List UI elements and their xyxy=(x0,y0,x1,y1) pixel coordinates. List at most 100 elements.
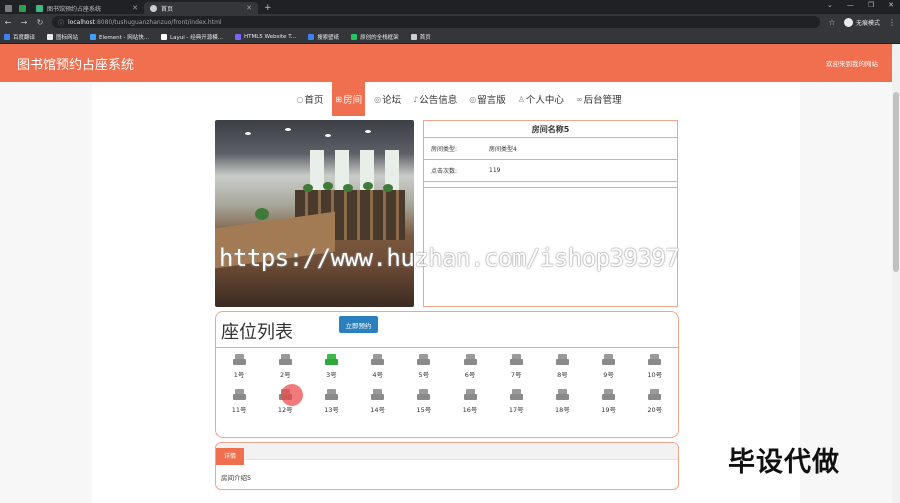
close-window-icon[interactable]: ✕ xyxy=(888,1,894,9)
scrollbar-thumb[interactable] xyxy=(893,92,899,272)
seat-item[interactable]: 7号 xyxy=(493,354,539,379)
bookmark-label: 图标网站 xyxy=(56,34,79,41)
seat-item[interactable]: 15号 xyxy=(401,389,447,414)
bookmark-item[interactable]: 百度翻译 xyxy=(4,33,35,41)
nav-item-label: 个人中心 xyxy=(525,95,564,106)
bookmark-icon xyxy=(308,33,315,40)
seat-item[interactable]: 8号 xyxy=(539,354,585,379)
seat-icon xyxy=(602,354,616,366)
reserve-now-button[interactable]: 立即预约 xyxy=(339,316,378,333)
page-scrollbar[interactable] xyxy=(892,44,900,503)
seat-number: 18号 xyxy=(555,406,570,414)
message-icon: ◎ xyxy=(469,94,477,104)
browser-tab[interactable] xyxy=(16,2,30,14)
seat-item[interactable]: 9号 xyxy=(586,354,632,379)
new-tab-button[interactable]: + xyxy=(258,2,278,14)
nav-item-home[interactable]: ○ 首页 xyxy=(293,82,326,116)
info-icon: ⓘ xyxy=(58,19,65,27)
promo-text: 毕设代做 xyxy=(728,447,840,478)
profile-button[interactable]: 无痕模式 xyxy=(843,17,880,27)
seat-icon xyxy=(371,354,385,366)
home-icon: ○ xyxy=(296,94,304,104)
seat-item[interactable]: 2号 xyxy=(262,354,308,379)
seat-number: 3号 xyxy=(326,371,337,379)
click-count-row: 点击次数: 119 xyxy=(424,160,677,182)
reload-icon[interactable]: ↻ xyxy=(36,18,44,27)
bookmark-item[interactable]: Element - 网站快... xyxy=(90,33,149,41)
seat-item[interactable]: 10号 xyxy=(632,354,678,379)
browser-tab-home[interactable]: 首页 ✕ xyxy=(144,2,258,14)
seat-item[interactable]: 1号 xyxy=(216,354,262,379)
nav-item-label: 后台管理 xyxy=(583,95,622,106)
site-title[interactable]: 图书馆预约占座系统 xyxy=(17,54,134,73)
seat-item[interactable]: 14号 xyxy=(355,389,401,414)
minimize-icon[interactable]: — xyxy=(847,1,854,9)
menu-icon[interactable]: ⋮ xyxy=(888,18,896,27)
nav-item-room[interactable]: ⊞ 房间 xyxy=(332,82,366,116)
room-icon: ⊞ xyxy=(335,94,343,104)
seat-item[interactable]: 16号 xyxy=(447,389,493,414)
bookmark-label: 搜索壁纸 xyxy=(317,34,340,41)
seat-number: 7号 xyxy=(510,371,522,379)
seat-number: 14号 xyxy=(370,406,386,414)
nav-item-message[interactable]: ◎ 留言版 xyxy=(466,82,509,116)
seat-base xyxy=(602,359,616,365)
chevron-down-icon[interactable]: ⌄ xyxy=(827,1,833,9)
seat-base xyxy=(371,359,385,365)
bookmark-label: 首页 xyxy=(419,34,431,41)
url-input[interactable]: ⓘ localhost:8080/tushuguanzhanzuo/front/… xyxy=(52,16,820,28)
seat-item[interactable]: 5号 xyxy=(401,354,447,379)
vue-favicon-icon xyxy=(36,4,43,12)
bookmark-icon xyxy=(410,33,417,40)
bookmark-label: 原创的全栈框架 xyxy=(360,34,399,41)
nav-item-label: 房间 xyxy=(343,95,363,106)
bookmark-item[interactable]: 搜索壁纸 xyxy=(308,33,339,41)
seat-item[interactable]: 18号 xyxy=(539,389,585,414)
plant xyxy=(323,182,333,190)
seat-item[interactable]: 19号 xyxy=(586,389,632,414)
back-icon[interactable]: ← xyxy=(4,18,12,27)
bookmark-item[interactable]: HTML5 Website T... xyxy=(234,33,296,40)
tab-favicon-icon xyxy=(5,4,12,12)
notice-icon: ♪ xyxy=(413,94,419,104)
bookmark-item[interactable]: 图标网站 xyxy=(47,33,78,41)
plant xyxy=(383,184,393,192)
seat-icon xyxy=(463,354,477,366)
close-icon[interactable]: ✕ xyxy=(132,4,138,12)
nav-item-user[interactable]: ♙ 个人中心 xyxy=(515,82,567,116)
tab-detail[interactable]: 详情 xyxy=(216,448,245,465)
seat-icon xyxy=(509,354,523,366)
seat-item[interactable]: 11号 xyxy=(216,389,262,414)
room-description: 房间介绍5 xyxy=(221,474,252,482)
bookmark-item[interactable]: Layui - 经典开源模... xyxy=(161,33,223,41)
star-icon[interactable]: ☆ xyxy=(828,18,836,27)
browser-tab-system[interactable]: 图书馆预约占座系统 ✕ xyxy=(30,2,144,14)
maximize-icon[interactable]: ❐ xyxy=(868,1,874,9)
bookmark-icon xyxy=(90,33,97,40)
window-pane xyxy=(310,150,324,190)
seat-item[interactable]: 3号 xyxy=(308,354,354,379)
seat-item[interactable]: 13号 xyxy=(308,389,354,414)
address-bar-row: ← → ↻ ⓘ localhost:8080/tushuguanzhanzuo/… xyxy=(0,14,900,30)
bookmark-item[interactable]: 首页 xyxy=(410,33,431,41)
seat-item[interactable]: 4号 xyxy=(355,354,401,379)
nav-item-forum[interactable]: ◎ 论坛 xyxy=(371,82,404,116)
close-icon[interactable]: ✕ xyxy=(246,4,252,12)
seat-number: 9号 xyxy=(603,371,614,379)
seat-icon xyxy=(463,389,477,401)
ceiling-light xyxy=(245,132,251,135)
seat-base xyxy=(555,359,569,365)
seat-item[interactable]: 17号 xyxy=(493,389,539,414)
ceiling-light xyxy=(325,134,331,137)
bookmark-item[interactable]: 原创的全栈框架 xyxy=(351,33,399,41)
seat-number: 11号 xyxy=(231,406,247,414)
browser-tab[interactable] xyxy=(2,2,16,14)
nav-item-link[interactable]: ∞ 后台管理 xyxy=(573,82,625,116)
seat-icon xyxy=(324,354,338,366)
bookmark-label: Element - 网站快... xyxy=(99,34,150,41)
nav-item-notice[interactable]: ♪ 公告信息 xyxy=(410,82,460,116)
forward-icon[interactable]: → xyxy=(20,18,28,27)
seat-item[interactable]: 20号 xyxy=(632,389,678,414)
seat-number: 4号 xyxy=(372,371,383,379)
seat-item[interactable]: 6号 xyxy=(447,354,493,379)
